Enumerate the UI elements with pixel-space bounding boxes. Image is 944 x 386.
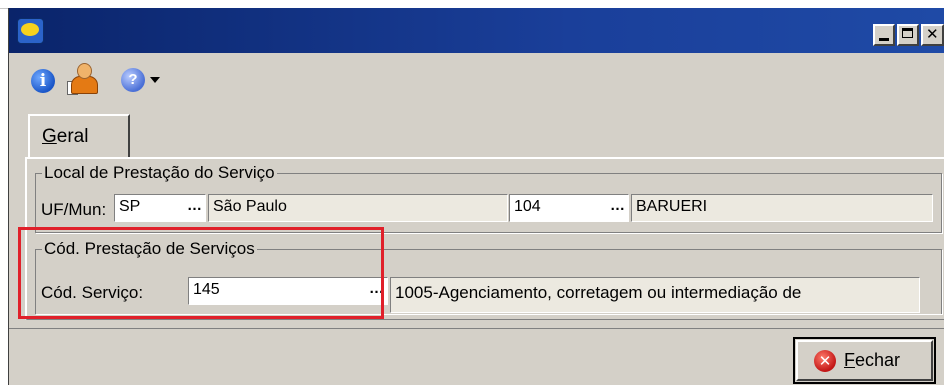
title-bar[interactable] (9, 8, 944, 53)
municipio-lookup-button[interactable]: … (610, 197, 626, 214)
minimize-button[interactable] (873, 24, 895, 46)
uf-mun-label: UF/Mun: (41, 200, 107, 219)
uf-input[interactable]: SP … (114, 194, 206, 222)
municipio-value: 104 (514, 198, 541, 215)
uf-value: SP (119, 198, 141, 215)
tab-geral-label: Geral (42, 126, 89, 147)
dropdown-caret-icon[interactable] (150, 77, 160, 83)
info-icon[interactable]: i (31, 69, 55, 93)
cod-servico-desc-value: 1005-Agenciamento, corretagem ou interme… (395, 283, 802, 302)
annotation-highlight-box (18, 227, 384, 319)
fechar-label: Fechar (844, 350, 901, 370)
app-logo-icon (17, 18, 44, 44)
uf-lookup-button[interactable]: … (187, 197, 203, 214)
cod-servico-desc-field: 1005-Agenciamento, corretagem ou interme… (390, 277, 920, 313)
tab-geral[interactable]: Geral (28, 114, 130, 158)
municipio-input[interactable]: 104 … (509, 194, 629, 222)
maximize-button[interactable] (897, 24, 919, 46)
close-window-button[interactable] (921, 24, 944, 46)
dialog-window: i ? Geral Local de Prestação do Serviço … (8, 8, 944, 385)
local-prestacao-group: Local de Prestação do Serviço UF/Mun: SP… (35, 163, 942, 233)
user-document-icon[interactable] (67, 63, 101, 95)
fechar-button[interactable]: ✕ Fechar (793, 337, 936, 384)
uf-name-value: São Paulo (213, 198, 287, 215)
municipio-name-value: BARUERI (636, 198, 708, 215)
uf-name-field: São Paulo (208, 194, 508, 222)
toolbar: i ? (9, 53, 944, 103)
municipio-name-field: BARUERI (631, 194, 933, 222)
footer-bar: ✕ Fechar (9, 328, 944, 386)
close-circle-icon: ✕ (814, 350, 836, 372)
help-icon[interactable]: ? (121, 68, 145, 92)
local-prestacao-title: Local de Prestação do Serviço (42, 163, 277, 183)
